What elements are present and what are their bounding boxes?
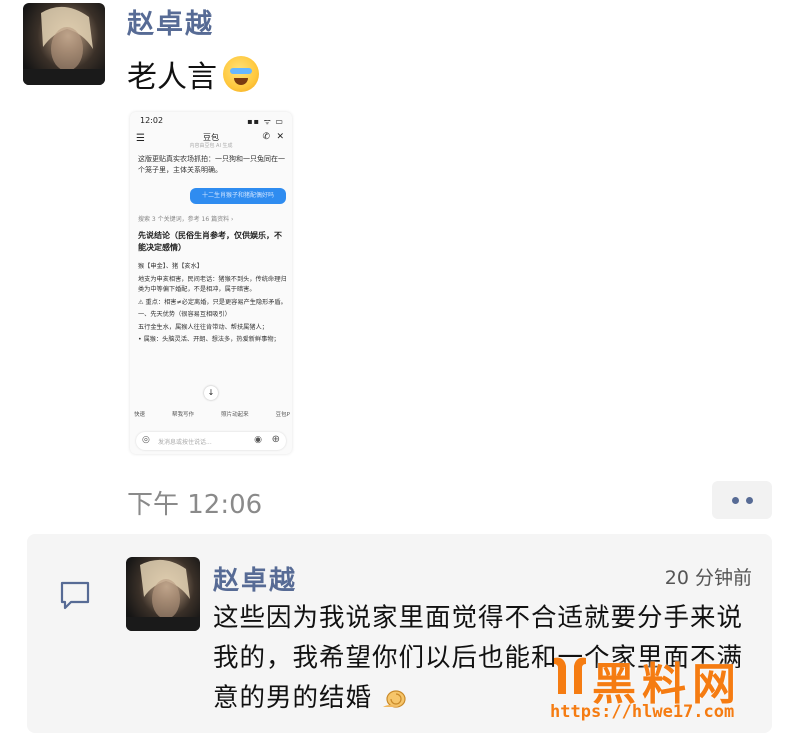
portrait-image — [23, 6, 105, 85]
phone-icon: ✆ — [262, 132, 270, 142]
plus-icon: ⊕ — [271, 434, 280, 445]
tool-item: 快速 — [134, 412, 146, 418]
tool-bar: 快速 帮我写作 照片动起来 豆包P — [134, 410, 290, 418]
mute-icon: ✕ — [276, 132, 284, 142]
watermark-logo-icon — [554, 657, 586, 694]
comment-icon — [60, 581, 90, 610]
post-timestamp: 下午 12:06 — [127, 490, 263, 520]
commenter-avatar[interactable] — [126, 557, 200, 631]
phone-input-bar: ◎ 发消息或按住说话... ◉ ⊕ — [136, 432, 286, 450]
answer-line: • 属猴：头脑灵活、开朗、想法多，热爱新鲜事物； — [138, 336, 280, 343]
answer-line: 地支为申亥相害，民间老话：猪猴不到头，传统命理归类为中等偏下婚配，不是相冲，属于… — [138, 275, 287, 294]
message-text: 老人言 — [127, 60, 217, 95]
tool-item: 帮我写作 — [172, 412, 195, 418]
commenter-name[interactable]: 赵卓越 — [213, 560, 297, 597]
dot-icon — [745, 496, 753, 504]
shared-screenshot-image[interactable]: 12:02 ▪▪ ᯤ ▭ ☰ 豆包 内容由豆包 AI 生成 ✆ ✕ 这版更贴真实… — [130, 112, 292, 454]
sender-name[interactable]: 赵卓越 — [127, 2, 214, 41]
message-bubble: 老人言 — [127, 52, 259, 96]
status-icons: ▪▪ ᯤ ▭ — [247, 117, 284, 126]
sender-avatar[interactable] — [23, 3, 105, 85]
chat-subtitle: 内容由豆包 AI 生成 — [189, 143, 233, 149]
search-note: 搜索 3 个关键词，参考 16 篇资料 › — [138, 216, 234, 223]
answer-body: 猴【申金】、猪【亥水】 地支为申亥相害，民间老话：猪猴不到头，传统命理归类为中等… — [138, 262, 288, 348]
input-placeholder: 发消息或按住说话... — [158, 439, 212, 446]
portrait-image — [126, 559, 200, 631]
snail-emoji-icon — [383, 690, 406, 708]
answer-line: 一、先天优势（很容易互相吸引） — [138, 311, 231, 318]
tool-item: 照片动起来 — [221, 412, 249, 418]
dot-icon — [731, 496, 739, 504]
answer-line: 五行金生水，属猴人往往肯带动、帮扶属猪人； — [138, 323, 268, 331]
status-time: 12:02 — [140, 116, 164, 125]
laughing-crying-emoji-icon — [223, 56, 259, 92]
answer-heading: 先说结论（民俗生肖参考，仅供娱乐，不能决定感情） — [138, 231, 282, 252]
tool-item: 豆包P — [275, 412, 290, 418]
camera-icon: ◎ — [142, 435, 150, 445]
answer-line: ⚠ 重点：相害≠必定离婚，只是更容易产生隐形矛盾。 — [138, 298, 287, 306]
comment-time: 20 分钟前 — [664, 567, 752, 589]
watermark-url: https://hlwe17.com — [550, 702, 735, 722]
mic-icon: ◉ — [254, 435, 262, 445]
watermark: 黑料网 https://hlwe17.com — [548, 654, 768, 728]
user-bubble: 十二生肖猴子和猪配偶好吗 — [190, 188, 286, 204]
scroll-down-icon: ↓ — [204, 386, 218, 400]
answer-line: 猴【申金】、猪【亥水】 — [138, 263, 203, 270]
more-options-button[interactable] — [712, 481, 772, 519]
assistant-intro-text: 这版更贴真实农场抓拍：一只狗和一只兔同在一个笼子里，主体关系明确。 — [138, 155, 285, 174]
